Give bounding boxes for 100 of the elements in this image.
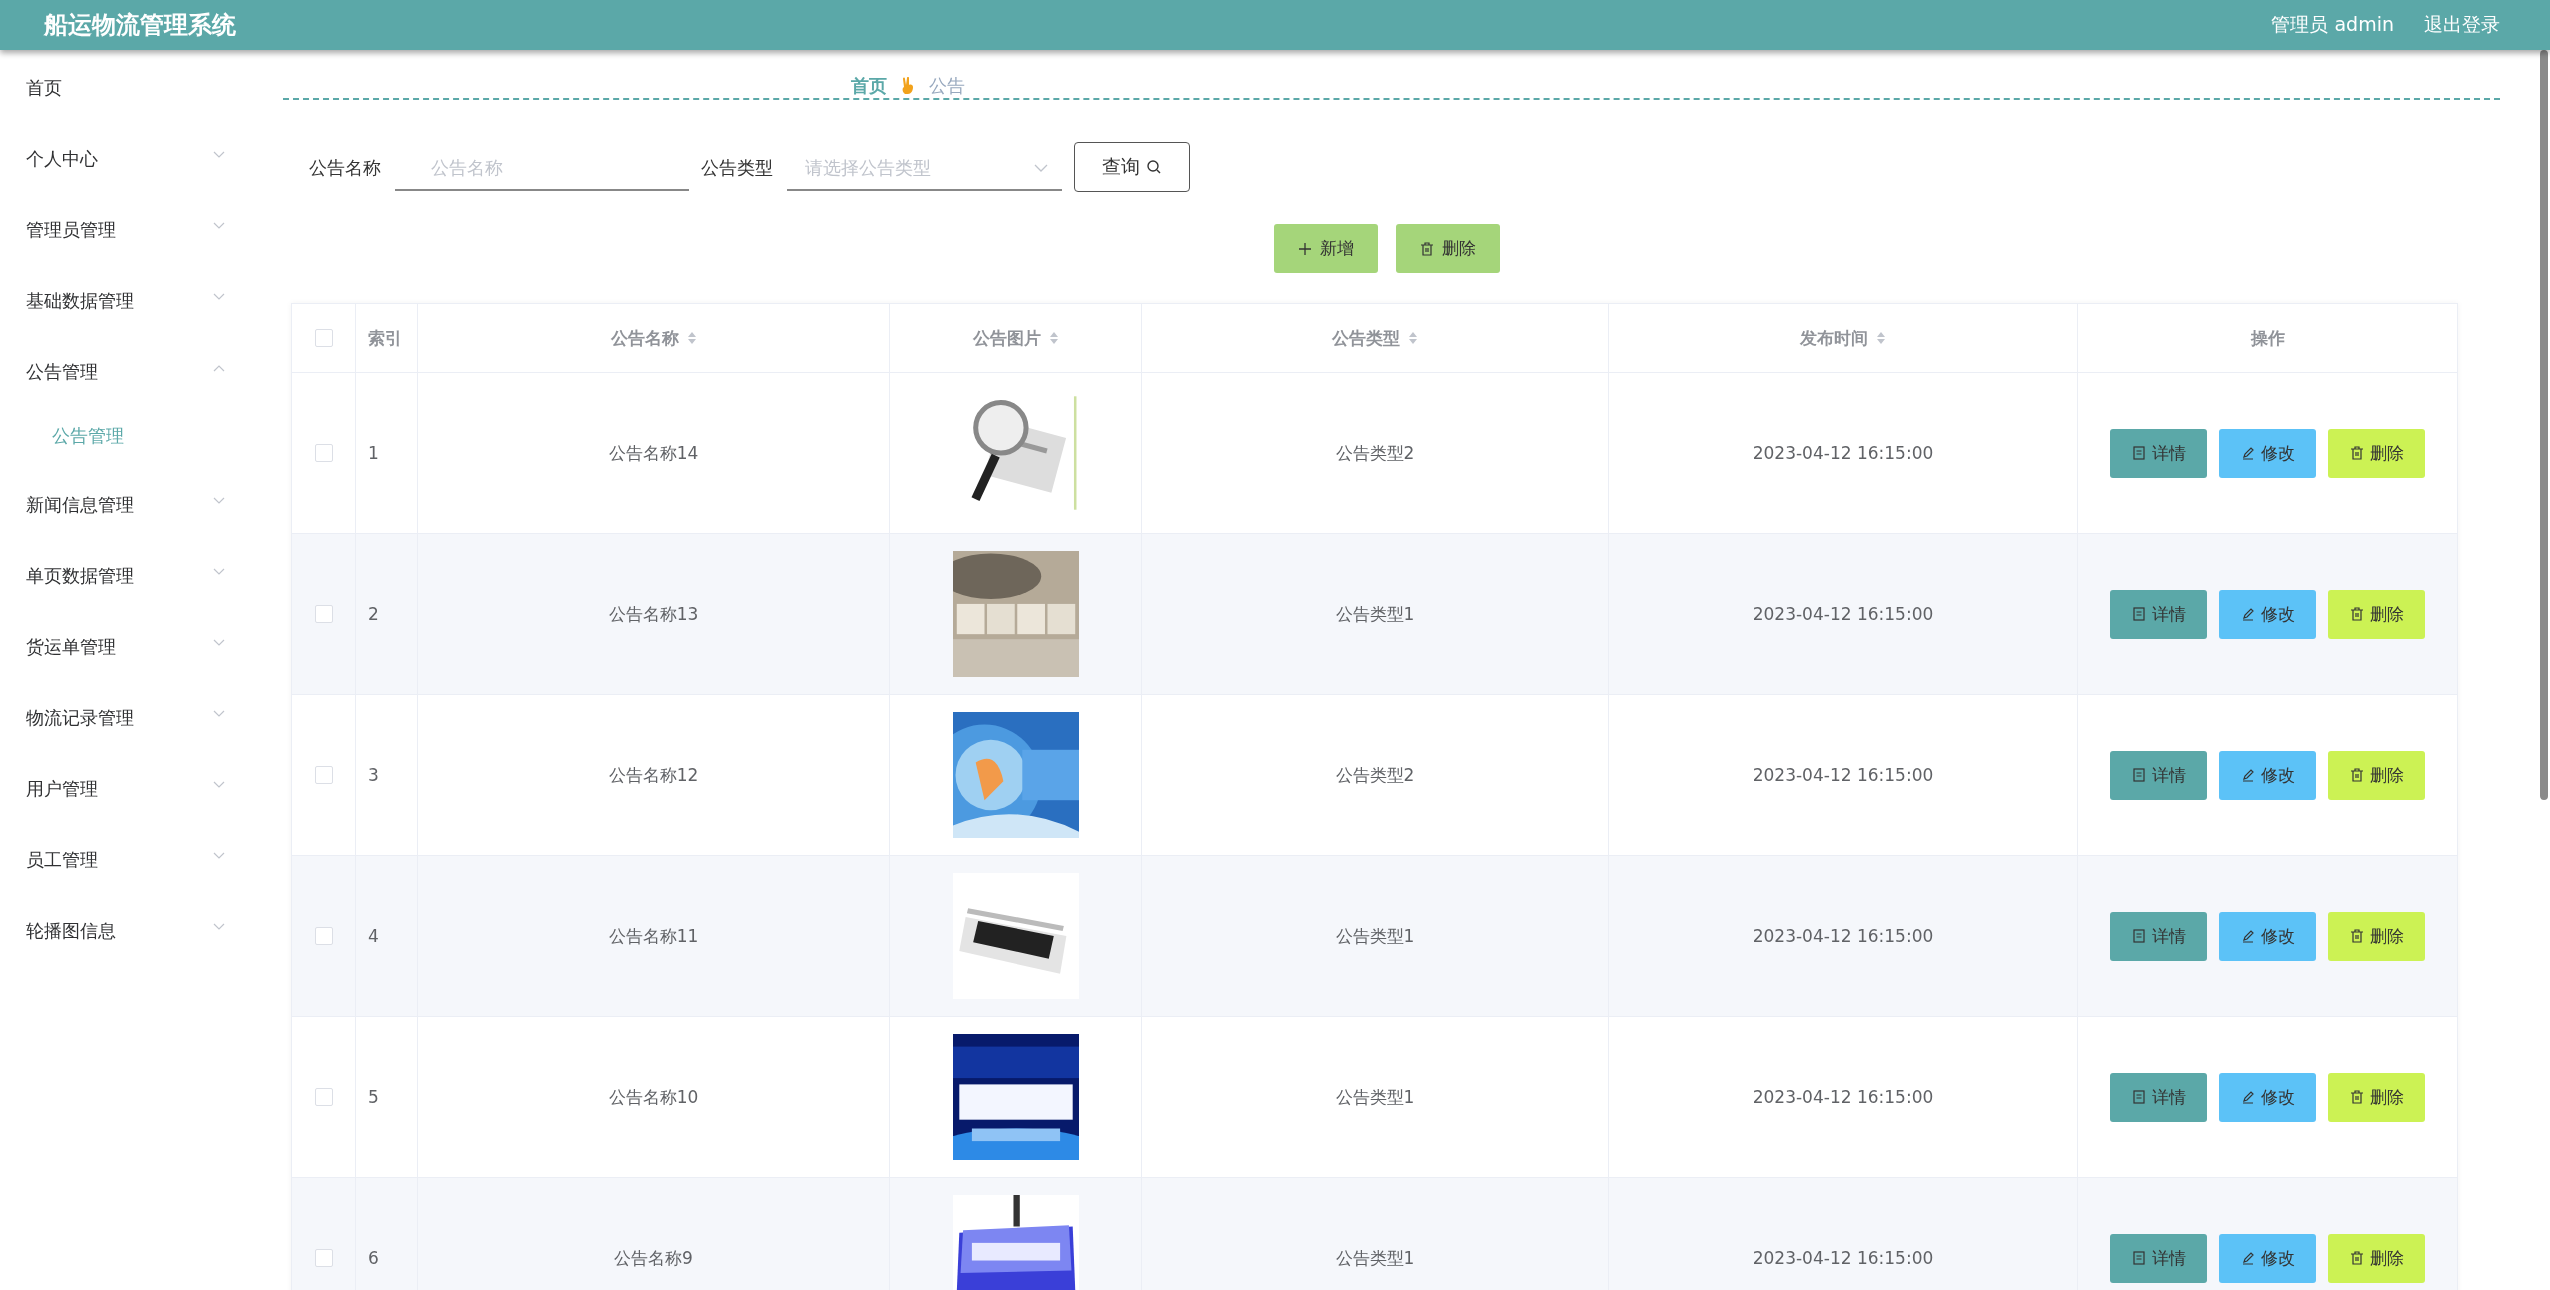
- trash-icon: [2349, 1251, 2364, 1265]
- scrollbar[interactable]: [2540, 50, 2548, 800]
- search-icon: [1146, 159, 1162, 175]
- detail-button[interactable]: 详情: [2110, 750, 2207, 800]
- sidebar-item[interactable]: 员工管理: [0, 842, 265, 882]
- table-cell: 公告类型1: [1335, 602, 1415, 626]
- row-checkbox[interactable]: [314, 605, 333, 623]
- table-cell: 公告类型1: [1335, 1085, 1415, 1109]
- table-cell: 公告名称14: [608, 441, 699, 465]
- trash-icon: [2349, 929, 2364, 943]
- table-cell: 公告类型1: [1335, 924, 1415, 948]
- delete-button[interactable]: 删除: [2328, 1072, 2425, 1122]
- search-button[interactable]: 查询: [1074, 142, 1190, 192]
- sidebar-item[interactable]: 个人中心: [0, 141, 265, 181]
- delete-button[interactable]: 删除: [2328, 911, 2425, 961]
- sidebar-item[interactable]: 管理员管理: [0, 212, 265, 252]
- table-cell: 6: [368, 1248, 379, 1268]
- document-icon: [2131, 607, 2146, 621]
- table-cell: 2023-04-12 16:15:00: [1752, 604, 1934, 624]
- column-header: 操作: [2250, 326, 2285, 350]
- breadcrumb-current: 公告: [929, 74, 965, 98]
- delete-button[interactable]: 删除: [2328, 1233, 2425, 1283]
- edit-button[interactable]: 修改: [2219, 589, 2316, 639]
- sidebar-item[interactable]: 新闻信息管理: [0, 487, 265, 527]
- pencil-icon: [2240, 768, 2255, 782]
- row-checkbox[interactable]: [314, 1088, 333, 1106]
- sidebar-item[interactable]: 首页: [0, 70, 265, 110]
- detail-button[interactable]: 详情: [2110, 1072, 2207, 1122]
- sort-icon[interactable]: [1048, 331, 1059, 345]
- chevron-icon: [213, 568, 225, 576]
- document-icon: [2131, 929, 2146, 943]
- sidebar-item[interactable]: 货运单管理: [0, 629, 265, 669]
- hand-icon: [901, 77, 915, 95]
- table-cell: 2023-04-12 16:15:00: [1752, 443, 1934, 463]
- document-icon: [2131, 1251, 2146, 1265]
- edit-button[interactable]: 修改: [2219, 428, 2316, 478]
- pencil-icon: [2240, 1090, 2255, 1104]
- select-all-checkbox[interactable]: [314, 329, 333, 347]
- edit-button[interactable]: 修改: [2219, 1072, 2316, 1122]
- table-cell: 公告名称11: [608, 924, 699, 948]
- chevron-icon: [213, 364, 225, 372]
- delete-button[interactable]: 删除: [2328, 589, 2425, 639]
- sidebar-item[interactable]: 基础数据管理: [0, 283, 265, 323]
- pencil-icon: [2240, 1251, 2255, 1265]
- table-cell: 公告类型1: [1335, 1246, 1415, 1270]
- pencil-icon: [2240, 929, 2255, 943]
- trash-icon: [2349, 768, 2364, 782]
- dropdown-icon: [1034, 164, 1048, 172]
- delete-button[interactable]: 删除: [1395, 224, 1500, 273]
- table-cell: 公告名称10: [608, 1085, 699, 1109]
- chevron-icon: [213, 923, 225, 931]
- sidebar-item[interactable]: 公告管理: [0, 354, 265, 394]
- table-cell: 2023-04-12 16:15:00: [1752, 1248, 1934, 1268]
- trash-icon: [2349, 607, 2364, 621]
- table-cell: 公告名称12: [608, 763, 699, 787]
- row-checkbox[interactable]: [314, 927, 333, 945]
- table-cell: 2023-04-12 16:15:00: [1752, 926, 1934, 946]
- edit-button[interactable]: 修改: [2219, 911, 2316, 961]
- pencil-icon: [2240, 446, 2255, 460]
- chevron-icon: [213, 497, 225, 505]
- chevron-icon: [213, 781, 225, 789]
- table-cell: 公告类型2: [1335, 763, 1415, 787]
- app-title: 船运物流管理系统: [44, 10, 236, 41]
- detail-button[interactable]: 详情: [2110, 911, 2207, 961]
- table-cell: 1: [368, 443, 379, 463]
- chevron-icon: [213, 710, 225, 718]
- document-icon: [2131, 768, 2146, 782]
- table-cell: 公告名称13: [608, 602, 699, 626]
- row-checkbox[interactable]: [314, 444, 333, 462]
- sidebar-item[interactable]: 轮播图信息: [0, 913, 265, 953]
- sort-icon[interactable]: [686, 331, 697, 345]
- trash-icon: [1419, 241, 1434, 256]
- filter-label: 公告类型: [701, 156, 773, 180]
- row-checkbox[interactable]: [314, 1249, 333, 1267]
- sidebar-item[interactable]: 用户管理: [0, 771, 265, 811]
- trash-icon: [2349, 446, 2364, 460]
- sidebar-item[interactable]: 物流记录管理: [0, 700, 265, 740]
- table-cell: 5: [368, 1087, 379, 1107]
- chevron-icon: [213, 852, 225, 860]
- select-field[interactable]: 请选择公告类型: [787, 145, 1062, 191]
- edit-button[interactable]: 修改: [2219, 1233, 2316, 1283]
- table-cell: 3: [368, 765, 379, 785]
- delete-button[interactable]: 删除: [2328, 428, 2425, 478]
- delete-button[interactable]: 删除: [2328, 750, 2425, 800]
- table-cell: 2: [368, 604, 379, 624]
- pencil-icon: [2240, 607, 2255, 621]
- add-button[interactable]: 新增: [1273, 224, 1378, 273]
- detail-button[interactable]: 详情: [2110, 428, 2207, 478]
- sort-icon[interactable]: [1876, 331, 1886, 345]
- sort-icon[interactable]: [1408, 331, 1418, 345]
- document-icon: [2131, 446, 2146, 460]
- chevron-icon: [213, 639, 225, 647]
- sidebar-item[interactable]: 单页数据管理: [0, 558, 265, 598]
- detail-button[interactable]: 详情: [2110, 589, 2207, 639]
- column-header: 索引: [368, 326, 402, 350]
- detail-button[interactable]: 详情: [2110, 1233, 2207, 1283]
- table-cell: 公告类型2: [1335, 441, 1415, 465]
- edit-button[interactable]: 修改: [2219, 750, 2316, 800]
- table-cell: 4: [368, 926, 379, 946]
- row-checkbox[interactable]: [314, 766, 333, 784]
